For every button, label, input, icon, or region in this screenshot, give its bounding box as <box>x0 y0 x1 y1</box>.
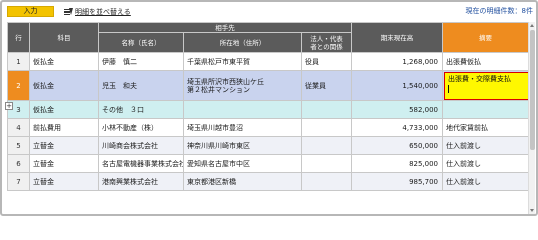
address-cell[interactable]: 埼玉県川越市豊沼 <box>183 118 302 137</box>
summary-cell[interactable]: 仕入前渡し <box>442 172 530 191</box>
account-cell[interactable]: 仮払金 <box>29 100 99 119</box>
summary-edit-text: 出張費・交際費支払 <box>448 75 512 83</box>
table-row-selected[interactable]: 2 仮払金 児玉 和夫 埼玉県所沢市西狭山ケ丘 第２松井マンション 従業員 1,… <box>7 70 530 101</box>
summary-edit-field[interactable]: 出張費・交際費支払 <box>444 72 528 100</box>
relation-cell[interactable] <box>300 136 353 155</box>
relation-header-line1: 法人・代表 <box>310 34 343 43</box>
detail-count-suffix: 件 <box>526 7 533 15</box>
name-cell[interactable]: 川崎商会株式会社 <box>98 136 184 155</box>
column-header-relation: 法人・代表 者との関係 <box>300 32 353 53</box>
balance-cell[interactable]: 582,000 <box>351 100 444 119</box>
toolbar: 入力 明細を並べ替える 現在の明細件数：8件 <box>7 6 533 18</box>
relation-cell[interactable]: 従業員 <box>300 70 353 101</box>
column-header-balance: 期末現在高 <box>351 22 444 53</box>
relation-header-line2: 者との関係 <box>310 42 343 51</box>
row-number: 5 <box>7 136 30 155</box>
row-number: 6 <box>7 154 30 173</box>
address-cell[interactable] <box>183 100 302 119</box>
account-cell[interactable]: 前払費用 <box>29 118 99 137</box>
scroll-down-icon[interactable] <box>530 209 534 212</box>
account-cell[interactable]: 仮払金 <box>29 52 99 71</box>
account-cell[interactable]: 立替金 <box>29 154 99 173</box>
table-row[interactable]: 7 立替金 港南興業株式会社 東京都港区新橋 985,700 仕入前渡し <box>7 172 530 191</box>
scroll-up-icon[interactable] <box>530 24 534 27</box>
account-cell[interactable]: 仮払金 <box>29 70 99 101</box>
balance-cell[interactable]: 825,000 <box>351 154 444 173</box>
column-header-name: 名称（氏名） <box>98 32 184 53</box>
row-number: 7 <box>7 172 30 191</box>
row-number: 4 <box>7 118 30 137</box>
scrollbar-thumb[interactable] <box>530 30 535 150</box>
column-header-address: 所在地（住所） <box>183 32 302 53</box>
relation-cell[interactable]: 役員 <box>300 52 353 71</box>
name-cell[interactable]: 児玉 和夫 <box>98 70 184 101</box>
relation-cell[interactable] <box>300 172 353 191</box>
relation-cell[interactable] <box>300 100 353 119</box>
address-line2: 第２松井マンション <box>187 85 250 94</box>
column-header-account: 科目 <box>29 22 99 53</box>
account-cell[interactable]: 立替金 <box>29 136 99 155</box>
address-cell[interactable]: 埼玉県所沢市西狭山ケ丘 第２松井マンション <box>183 70 302 101</box>
row-number: 1 <box>7 52 30 71</box>
table-row[interactable]: 3 仮払金 その他 ３口 582,000 <box>7 100 530 119</box>
balance-cell[interactable]: 1,268,000 <box>351 52 444 71</box>
name-cell[interactable]: 伊藤 慎二 <box>98 52 184 71</box>
detail-table: 行 科目 相手先 期末現在高 摘要 名称（氏名） 所在地（住所） 法人・代表 者… <box>7 22 530 191</box>
name-cell[interactable]: 名古屋電機器事業株式会社 <box>98 154 184 173</box>
expand-row-toggle[interactable]: + <box>5 102 13 110</box>
address-line1: 埼玉県所沢市西狭山ケ丘 <box>187 77 264 86</box>
detail-count-prefix: 現在の明細件数： <box>465 7 522 15</box>
column-header-row: 行 <box>7 22 30 53</box>
summary-cell[interactable]: 仕入前渡し <box>442 154 530 173</box>
name-cell[interactable]: その他 ３口 <box>98 100 184 119</box>
balance-cell[interactable]: 985,700 <box>351 172 444 191</box>
balance-cell[interactable]: 650,000 <box>351 136 444 155</box>
address-cell[interactable]: 愛知県名古屋市中区 <box>183 154 302 173</box>
detail-count: 現在の明細件数：8件 <box>466 6 533 17</box>
summary-cell[interactable] <box>442 100 530 119</box>
summary-cell[interactable]: 地代家賃前払 <box>442 118 530 137</box>
summary-cell[interactable]: 仕入前渡し <box>442 136 530 155</box>
account-cell[interactable]: 立替金 <box>29 172 99 191</box>
balance-cell[interactable]: 4,733,000 <box>351 118 444 137</box>
sort-icon <box>64 7 73 16</box>
table-row[interactable]: 6 立替金 名古屋電機器事業株式会社 愛知県名古屋市中区 825,000 仕入前… <box>7 154 530 173</box>
balance-cell[interactable]: 1,540,000 <box>351 70 444 101</box>
relation-cell[interactable] <box>300 118 353 137</box>
sort-details-button[interactable]: 明細を並べ替える <box>64 6 131 17</box>
vertical-scrollbar[interactable] <box>528 22 535 214</box>
summary-cell-editing[interactable]: 出張費・交際費支払 <box>442 70 530 101</box>
address-cell[interactable]: 神奈川県川崎市東区 <box>183 136 302 155</box>
sort-details-label[interactable]: 明細を並べ替える <box>75 7 131 17</box>
input-mode-tab[interactable]: 入力 <box>7 6 54 17</box>
table-row[interactable]: 1 仮払金 伊藤 慎二 千葉県松戸市東平賀 役員 1,268,000 出張費仮払 <box>7 52 530 71</box>
relation-cell[interactable] <box>300 154 353 173</box>
address-cell[interactable]: 千葉県松戸市東平賀 <box>183 52 302 71</box>
table-row[interactable]: 5 立替金 川崎商会株式会社 神奈川県川崎市東区 650,000 仕入前渡し <box>7 136 530 155</box>
row-number: 2 <box>7 70 30 101</box>
text-caret <box>448 85 450 93</box>
column-header-summary: 摘要 <box>442 22 530 53</box>
column-header-partner: 相手先 <box>97 22 353 33</box>
table-row[interactable]: 4 前払費用 小林不動産（株） 埼玉県川越市豊沼 4,733,000 地代家賃前… <box>7 118 530 137</box>
window-frame: 入力 明細を並べ替える 現在の明細件数：8件 行 科目 相手先 期末現在高 摘要… <box>0 0 538 216</box>
summary-cell[interactable]: 出張費仮払 <box>442 52 530 71</box>
address-cell[interactable]: 東京都港区新橋 <box>183 172 302 191</box>
name-cell[interactable]: 小林不動産（株） <box>98 118 184 137</box>
name-cell[interactable]: 港南興業株式会社 <box>98 172 184 191</box>
